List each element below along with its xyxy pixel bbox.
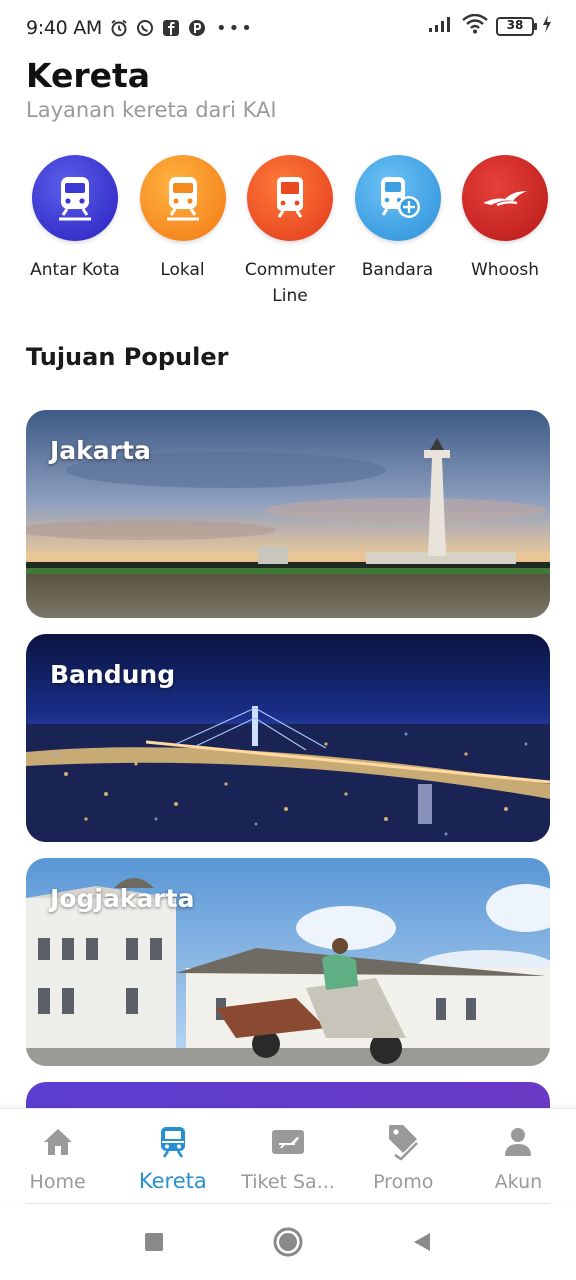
- nav-tiket-saya[interactable]: Tiket Sa...: [230, 1109, 345, 1204]
- more-notifications-icon: •••: [216, 17, 254, 39]
- system-nav-bar: [0, 1204, 576, 1280]
- train-icon: [247, 155, 333, 241]
- nav-label: Akun: [494, 1171, 543, 1193]
- back-button[interactable]: [405, 1225, 439, 1259]
- category-bandara[interactable]: Bandara: [345, 155, 451, 309]
- nav-home[interactable]: Home: [0, 1109, 115, 1204]
- nav-label: Tiket Sa...: [241, 1171, 335, 1193]
- destination-card-jogjakarta[interactable]: Jogjakarta: [26, 858, 550, 1066]
- ticket-plane-icon: [271, 1125, 305, 1159]
- status-time: 9:40 AM: [26, 17, 102, 39]
- nav-akun[interactable]: Akun: [461, 1109, 576, 1204]
- destination-label: Jogjakarta: [50, 884, 195, 913]
- status-bar: 9:40 AM ••• 38: [0, 0, 576, 56]
- nav-promo[interactable]: Promo: [346, 1109, 461, 1204]
- battery-icon: 38: [496, 16, 537, 36]
- category-commuter-line[interactable]: Commuter Line: [237, 155, 343, 309]
- tag-icon: [386, 1125, 420, 1161]
- page-title: Kereta: [26, 56, 151, 95]
- user-icon: [501, 1125, 535, 1159]
- destination-label: Jakarta: [50, 436, 151, 465]
- train-icon: [156, 1125, 190, 1159]
- destination-card-jakarta[interactable]: Jakarta: [26, 410, 550, 618]
- destination-label: Bandung: [50, 660, 176, 689]
- facebook-icon: [162, 19, 180, 37]
- app-notification-icon: [188, 19, 206, 37]
- destination-card-bandung[interactable]: Bandung: [26, 634, 550, 842]
- airport-train-icon: [354, 155, 441, 241]
- recents-button[interactable]: [137, 1225, 171, 1259]
- nav-label: Home: [29, 1171, 86, 1193]
- train-icon: [32, 155, 118, 241]
- home-button[interactable]: [271, 1225, 305, 1259]
- category-lokal[interactable]: Lokal: [130, 155, 236, 309]
- charging-icon: [542, 15, 552, 37]
- signal-icon: [428, 15, 454, 37]
- category-label: Lokal: [160, 260, 205, 280]
- category-row: Antar Kota Lokal Commuter Line Bandara W…: [22, 155, 558, 309]
- bottom-nav: Home Kereta Tiket Sa... Promo Akun: [0, 1108, 576, 1204]
- category-label: Bandara: [361, 260, 434, 280]
- wifi-icon: [462, 13, 488, 38]
- category-label: Whoosh: [470, 260, 540, 280]
- page-subtitle: Layanan kereta dari KAI: [26, 98, 277, 122]
- nav-kereta[interactable]: Kereta: [115, 1109, 230, 1204]
- destination-list: Jakarta Bandung Jogjakarta: [26, 410, 550, 1112]
- section-title: Tujuan Populer: [26, 343, 229, 371]
- category-antar-kota[interactable]: Antar Kota: [22, 155, 128, 309]
- whoosh-logo-icon: [462, 155, 548, 241]
- category-label: Commuter Line: [244, 260, 336, 306]
- category-whoosh[interactable]: Whoosh: [452, 155, 558, 309]
- category-label: Antar Kota: [30, 260, 120, 280]
- train-icon: [139, 155, 226, 241]
- nav-label: Kereta: [138, 1169, 207, 1193]
- home-icon: [41, 1125, 75, 1159]
- whatsapp-icon: [136, 19, 154, 37]
- nav-label: Promo: [373, 1171, 434, 1193]
- alarm-icon: [110, 19, 128, 37]
